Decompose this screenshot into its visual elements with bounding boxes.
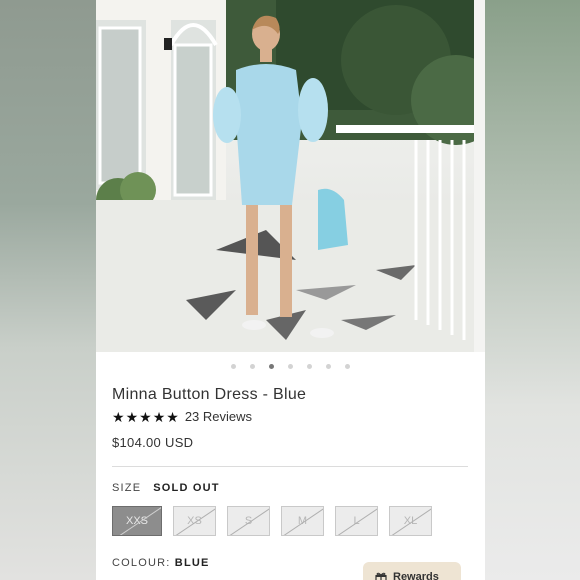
size-option-xs[interactable]: XS: [173, 506, 216, 536]
gift-icon: [375, 572, 387, 580]
colour-value: BLUE: [174, 557, 210, 569]
unavailable-strike: [390, 507, 431, 535]
carousel-dot[interactable]: [326, 363, 331, 369]
colour-label: COLOUR:: [112, 557, 171, 569]
size-header: SIZE SOLD OUT: [112, 482, 220, 494]
reviews-link[interactable]: 23 Reviews: [185, 409, 252, 424]
rewards-label: Rewards: [393, 571, 439, 580]
product-page: Minna Button Dress - Blue ★ ★ ★ ★ ★ 23 R…: [96, 0, 485, 580]
carousel-dot[interactable]: [307, 363, 312, 369]
carousel-dot[interactable]: [250, 363, 255, 369]
product-rating[interactable]: ★ ★ ★ ★ ★ 23 Reviews: [112, 409, 252, 424]
size-label: SIZE: [112, 482, 142, 494]
background-right: [485, 0, 580, 580]
carousel-dot[interactable]: [345, 363, 350, 369]
product-photo-illustration: [96, 0, 485, 352]
unavailable-strike: [228, 507, 269, 535]
size-option-xxs[interactable]: XXS: [112, 506, 162, 536]
carousel-dot-active[interactable]: [269, 363, 274, 369]
carousel-dot[interactable]: [288, 363, 293, 369]
star-icon: ★: [152, 408, 166, 425]
divider: [112, 466, 468, 467]
unavailable-strike: [336, 507, 377, 535]
size-option-xl[interactable]: XL: [389, 506, 432, 536]
star-icon: ★: [112, 408, 125, 425]
carousel-dots: [96, 362, 485, 370]
star-icon: ★: [125, 408, 139, 425]
rating-stars: ★ ★ ★ ★ ★: [112, 410, 179, 424]
star-icon: ★: [166, 408, 179, 425]
product-title: Minna Button Dress - Blue: [112, 386, 307, 403]
unavailable-strike: [282, 507, 323, 535]
unavailable-strike: [174, 507, 215, 535]
size-option-m[interactable]: M: [281, 506, 324, 536]
product-price: $104.00 USD: [112, 435, 194, 450]
star-icon: ★: [139, 408, 152, 425]
size-option-s[interactable]: S: [227, 506, 270, 536]
sold-out-status: SOLD OUT: [153, 482, 220, 494]
size-options: XXS XS S M L XL: [112, 506, 432, 536]
product-photo[interactable]: [96, 0, 485, 352]
background-left: [0, 0, 96, 580]
carousel-dot[interactable]: [231, 363, 236, 369]
rewards-button[interactable]: Rewards: [363, 562, 461, 580]
size-option-l[interactable]: L: [335, 506, 378, 536]
colour-row: COLOUR: BLUE: [112, 557, 210, 569]
